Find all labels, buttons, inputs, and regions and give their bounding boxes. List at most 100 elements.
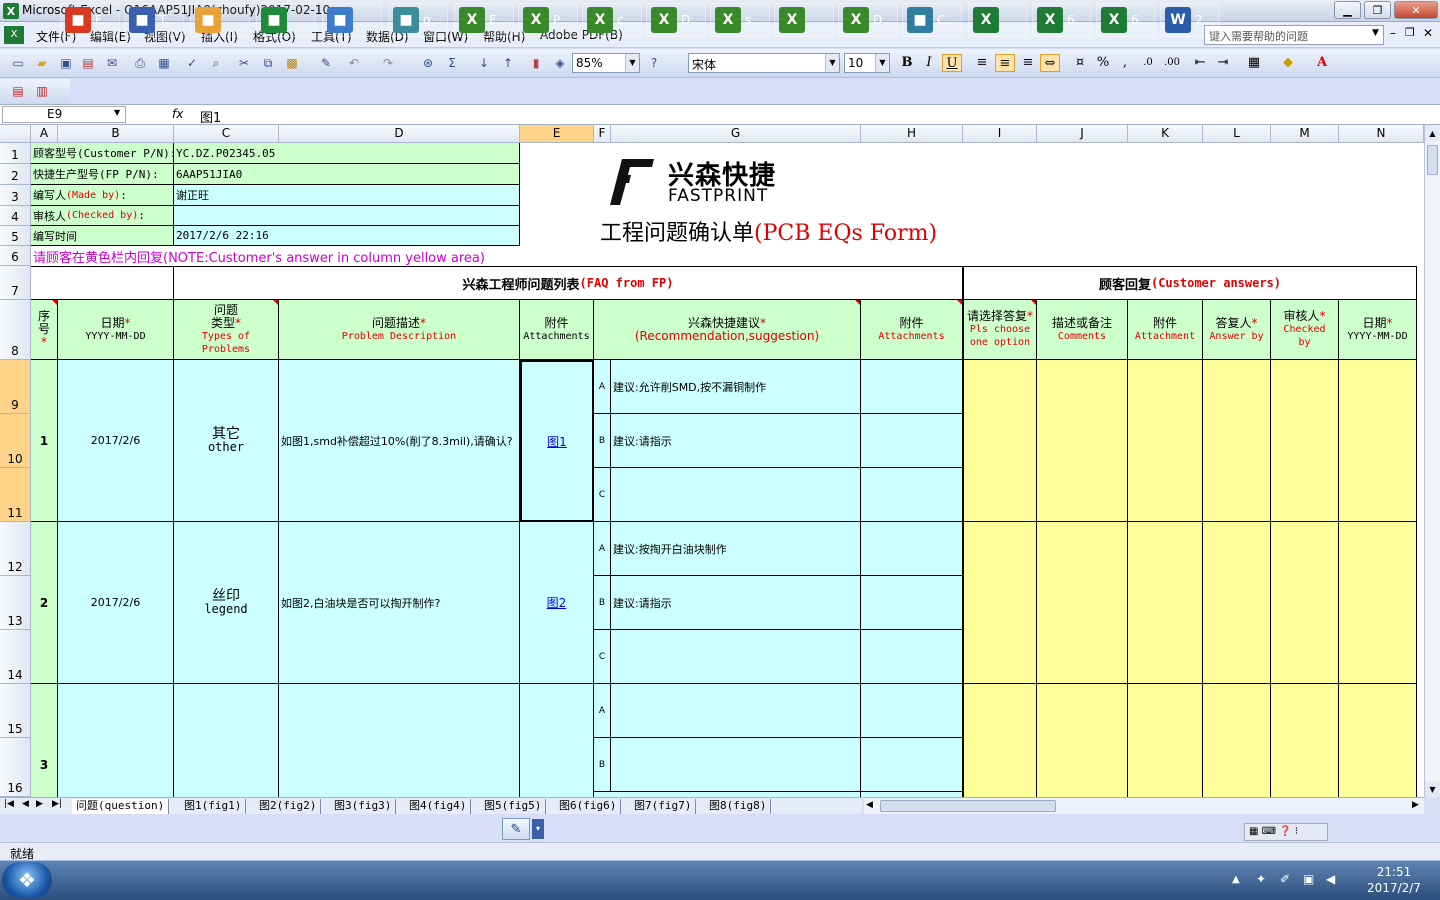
sheet-tab[interactable]: 图2(fig2) (255, 799, 322, 814)
taskbar-item[interactable]: ■ (190, 3, 250, 37)
label-fp-pn[interactable]: 快捷生产型号(FP P/N): (31, 164, 174, 185)
row-header[interactable]: 12 (0, 522, 31, 576)
header-comments[interactable]: 描述或备注 Comments (1037, 300, 1128, 360)
column-header[interactable]: F (594, 125, 611, 143)
row-header[interactable]: 10 (0, 414, 31, 468)
doc-close-button[interactable]: ✕ (1423, 26, 1433, 40)
option-text[interactable]: 建议:请指示 (611, 576, 861, 630)
autosum-icon[interactable]: Σ (444, 55, 460, 71)
increase-indent-button[interactable]: ⇥ (1213, 54, 1233, 72)
print-icon[interactable]: ⎙ (132, 55, 148, 71)
help-dropdown-icon[interactable]: ▼ (1372, 28, 1379, 38)
decrease-indent-button[interactable]: ⇤ (1190, 54, 1210, 72)
taskbar-item[interactable]: W 2... (1160, 3, 1220, 37)
answer-comments-input[interactable] (1037, 522, 1128, 684)
attachment-hyperlink[interactable]: 图1 (547, 433, 567, 450)
cut-icon[interactable]: ✂ (236, 55, 252, 71)
column-header[interactable]: J (1037, 125, 1128, 143)
taskbar-clock[interactable]: 21:51 2017/2/7 (1352, 862, 1436, 898)
sheet-tab[interactable]: 图3(fig3) (330, 799, 397, 814)
section-customer-answers[interactable]: 顾客回复 (Customer answers) (963, 266, 1417, 300)
taskbar-item[interactable]: ■ T... (124, 3, 184, 37)
answer-by-input[interactable] (1203, 684, 1271, 797)
research-icon[interactable]: ⌕ (208, 55, 224, 71)
formula-input[interactable]: 图1 (200, 107, 221, 126)
font-color-button[interactable]: A (1312, 54, 1332, 72)
option-key[interactable]: B (594, 576, 611, 630)
taskbar-item[interactable]: ■ g... (388, 3, 448, 37)
save-icon[interactable]: ▣ (58, 55, 74, 71)
sheet-tab[interactable]: 图7(fig7) (630, 799, 697, 814)
label-checked-by[interactable]: 审核人 (Checked by): (31, 206, 174, 226)
issue-type[interactable]: 其它 other (174, 360, 279, 522)
value-write-time[interactable]: 2017/2/6 22:16 (174, 226, 520, 246)
next-sheet-icon[interactable]: ▶ (36, 799, 43, 809)
taskbar-item[interactable]: Xc... (582, 3, 642, 37)
row-header[interactable]: 15 (0, 684, 31, 738)
column-header[interactable]: K (1128, 125, 1203, 143)
sheet-tab[interactable]: 图1(fig1) (180, 799, 247, 814)
option-key[interactable]: B (594, 738, 611, 792)
column-header[interactable]: A (31, 125, 58, 143)
answer-choice-input[interactable] (963, 522, 1037, 684)
sheet-tab[interactable]: 图6(fig6) (555, 799, 622, 814)
column-header[interactable]: C (174, 125, 279, 143)
option-key[interactable]: C (594, 630, 611, 684)
column-header[interactable]: H (861, 125, 963, 143)
option-text[interactable]: 建议:请指示 (611, 414, 861, 468)
answer-checked-by-input[interactable] (1271, 684, 1339, 797)
start-button[interactable]: ❖ (2, 862, 52, 898)
taskbar-item[interactable]: ■ (322, 3, 382, 37)
option-text[interactable]: 建议:允许削SMD,按不漏铜制作 (611, 360, 861, 414)
answer-choice-input[interactable] (963, 360, 1037, 522)
percent-button[interactable]: % (1093, 54, 1113, 72)
help-circle-icon[interactable]: ❓ (1279, 826, 1291, 837)
answer-date-input[interactable] (1339, 684, 1417, 797)
header-date-2[interactable]: 日期* YYYY-MM-DD (1339, 300, 1417, 360)
header-type[interactable]: 问题 类型* Types of Problems (174, 300, 279, 360)
column-header[interactable]: L (1203, 125, 1271, 143)
fx-icon[interactable]: fx (172, 107, 183, 121)
header-attachment-3[interactable]: 附件 Attachment (1128, 300, 1203, 360)
permission-icon[interactable]: ▤ (80, 55, 96, 71)
h-scroll-thumb[interactable] (880, 800, 1056, 812)
section-blank[interactable] (31, 266, 174, 300)
horizontal-scrollbar[interactable]: ◀ ▶ (864, 797, 1424, 814)
header-description[interactable]: 问题描述* Problem Description (279, 300, 520, 360)
comma-button[interactable]: , (1115, 54, 1135, 72)
issue-date[interactable]: 2017/2/6 (58, 522, 174, 684)
help-search-input[interactable]: 键入需要帮助的问题 (1204, 25, 1384, 45)
close-button[interactable]: ✕ (1394, 1, 1438, 19)
chart-wizard-icon[interactable]: ▮ (528, 55, 544, 71)
align-left-button[interactable]: ≡ (972, 54, 992, 72)
option-key[interactable]: A (594, 522, 611, 576)
workbook-icon[interactable]: X (4, 26, 24, 44)
answer-choice-input[interactable] (963, 684, 1037, 797)
answer-attachment-input[interactable] (1128, 360, 1203, 522)
section-fp-faq[interactable]: 兴森工程师问题列表 (FAQ from FP) (174, 266, 963, 300)
answer-comments-input[interactable] (1037, 684, 1128, 797)
row-header[interactable]: 8 (0, 300, 31, 360)
select-all-corner[interactable] (0, 125, 31, 143)
issue-attachment-link[interactable]: 图2 (520, 522, 594, 684)
excel-app-icon[interactable]: X (3, 3, 19, 19)
merge-center-button[interactable]: ⇔ (1040, 54, 1060, 72)
font-size-select[interactable]: 10 ▼ (844, 53, 890, 73)
language-bar[interactable]: ▦ ⌨ ❓ ⁝ (1244, 823, 1328, 841)
row-header[interactable]: 14 (0, 630, 31, 684)
drawing-tool-icon[interactable]: ✎ (502, 818, 530, 840)
row-header[interactable]: 5 (0, 226, 31, 246)
font-select[interactable]: 宋体 ▼ (688, 53, 840, 73)
hyperlink-icon[interactable]: ⊛ (420, 55, 436, 71)
row-header[interactable]: 13 (0, 576, 31, 630)
issue-type[interactable] (174, 684, 279, 797)
currency-button[interactable]: ¤ (1070, 54, 1090, 72)
prev-sheet-icon[interactable]: ◀ (22, 799, 29, 809)
column-header[interactable]: M (1271, 125, 1339, 143)
label-made-by[interactable]: 编写人 (Made by): (31, 185, 174, 206)
answer-checked-by-input[interactable] (1271, 522, 1339, 684)
option-text[interactable] (611, 738, 861, 792)
undo-icon[interactable]: ↶ (346, 55, 362, 71)
redo-icon[interactable]: ↷ (380, 55, 396, 71)
issue-date[interactable] (58, 684, 174, 797)
